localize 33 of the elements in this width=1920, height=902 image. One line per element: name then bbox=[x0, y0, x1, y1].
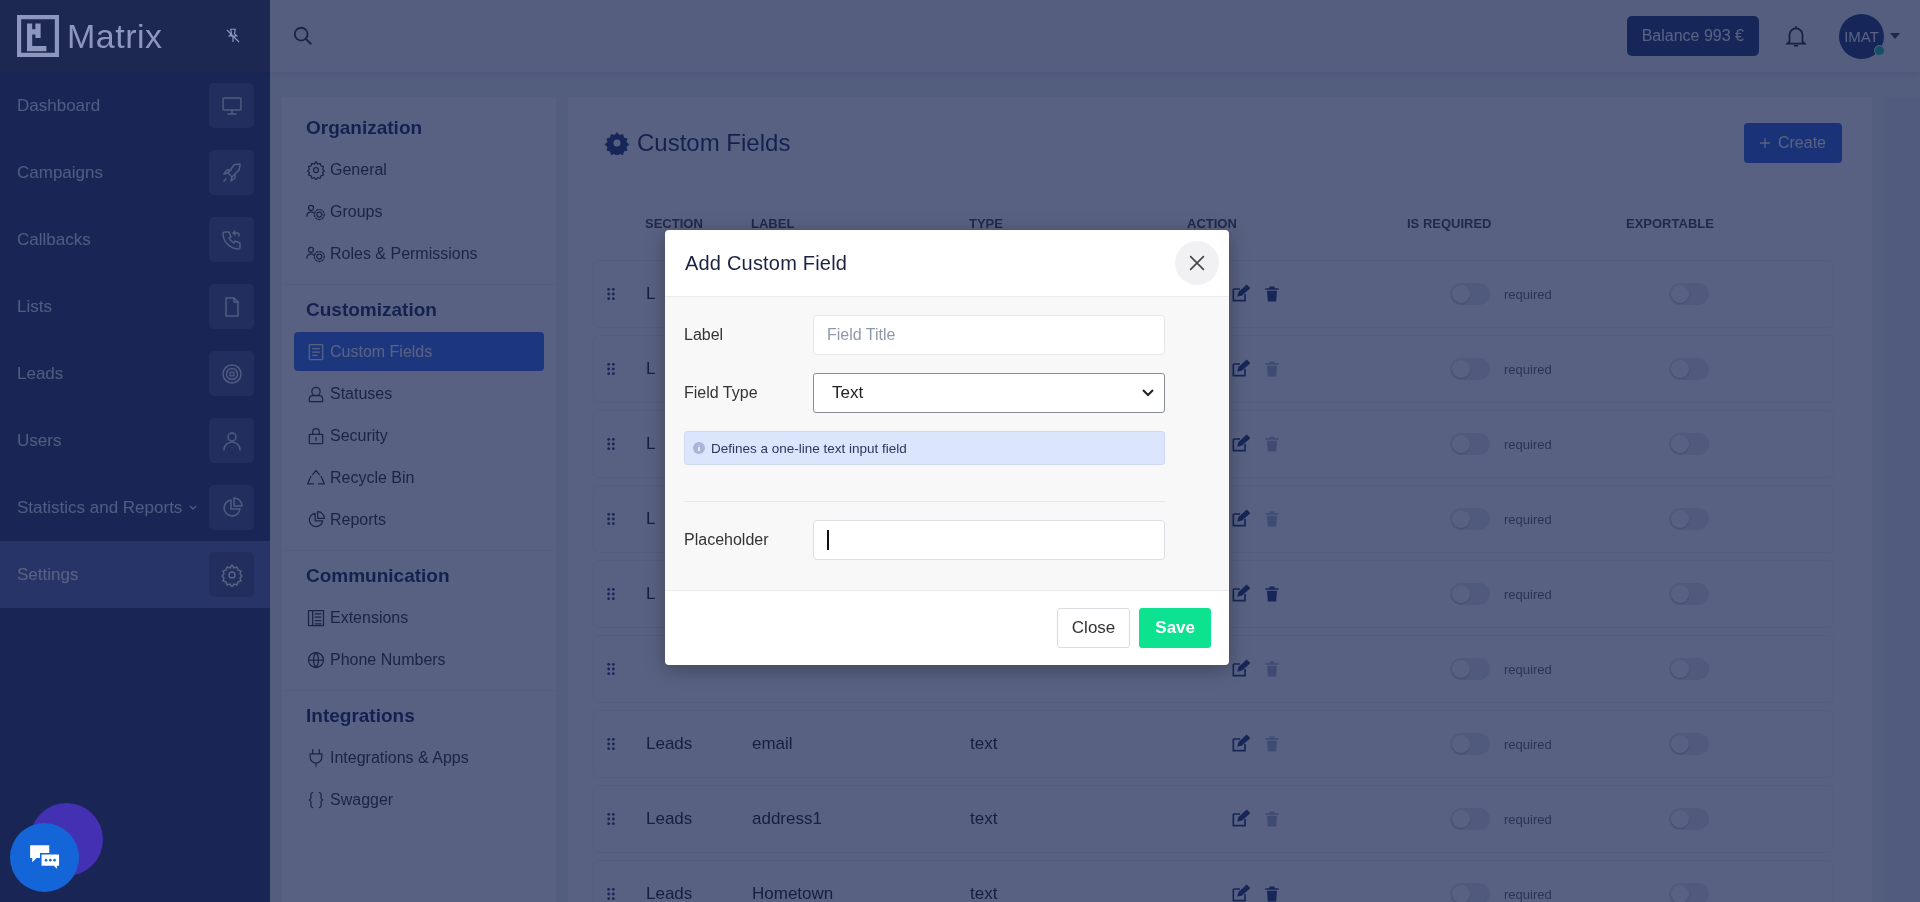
info-note: Defines a one-line text input field bbox=[684, 431, 1165, 465]
select-dropdown[interactable]: Text bbox=[813, 373, 1165, 413]
field-label: Field Type bbox=[684, 384, 759, 402]
table-cell: text bbox=[970, 809, 998, 829]
table-cell: text bbox=[970, 734, 998, 754]
column-header: EXPORTABLE bbox=[1626, 215, 1715, 231]
table-cell: L bbox=[646, 434, 656, 454]
column-header: IS REQUIRED bbox=[1407, 215, 1493, 231]
table-cell: address1 bbox=[752, 809, 822, 829]
logo-text: Matrix bbox=[67, 16, 163, 56]
field-label: Label bbox=[684, 326, 725, 344]
table-cell: text bbox=[970, 884, 998, 902]
table-cell: L bbox=[646, 284, 656, 304]
column-header: ACTION bbox=[1187, 215, 1238, 231]
table-cell: L bbox=[646, 359, 656, 379]
field-label: Placeholder bbox=[684, 531, 770, 549]
page-title: Custom Fields bbox=[637, 129, 791, 157]
section-heading: Communication bbox=[305, 564, 451, 588]
section-heading: Integrations bbox=[305, 704, 416, 728]
table-cell: Hometown bbox=[752, 884, 834, 902]
table-cell: Leads bbox=[646, 734, 693, 754]
dialog-title: Add Custom Field bbox=[685, 251, 848, 275]
save-button[interactable]: Save bbox=[1139, 608, 1211, 648]
column-header: SECTION bbox=[645, 215, 704, 231]
table-cell: Leads bbox=[646, 809, 693, 829]
table-cell: email bbox=[752, 734, 793, 754]
section-heading: Organization bbox=[305, 116, 424, 140]
table-cell: Leads bbox=[646, 884, 693, 902]
section-heading: Customization bbox=[305, 298, 438, 322]
table-cell: L bbox=[646, 509, 656, 529]
input-field[interactable]: Field Title bbox=[813, 315, 1165, 355]
table-cell: L bbox=[646, 584, 656, 604]
secondary-button[interactable]: Close bbox=[1056, 608, 1131, 648]
